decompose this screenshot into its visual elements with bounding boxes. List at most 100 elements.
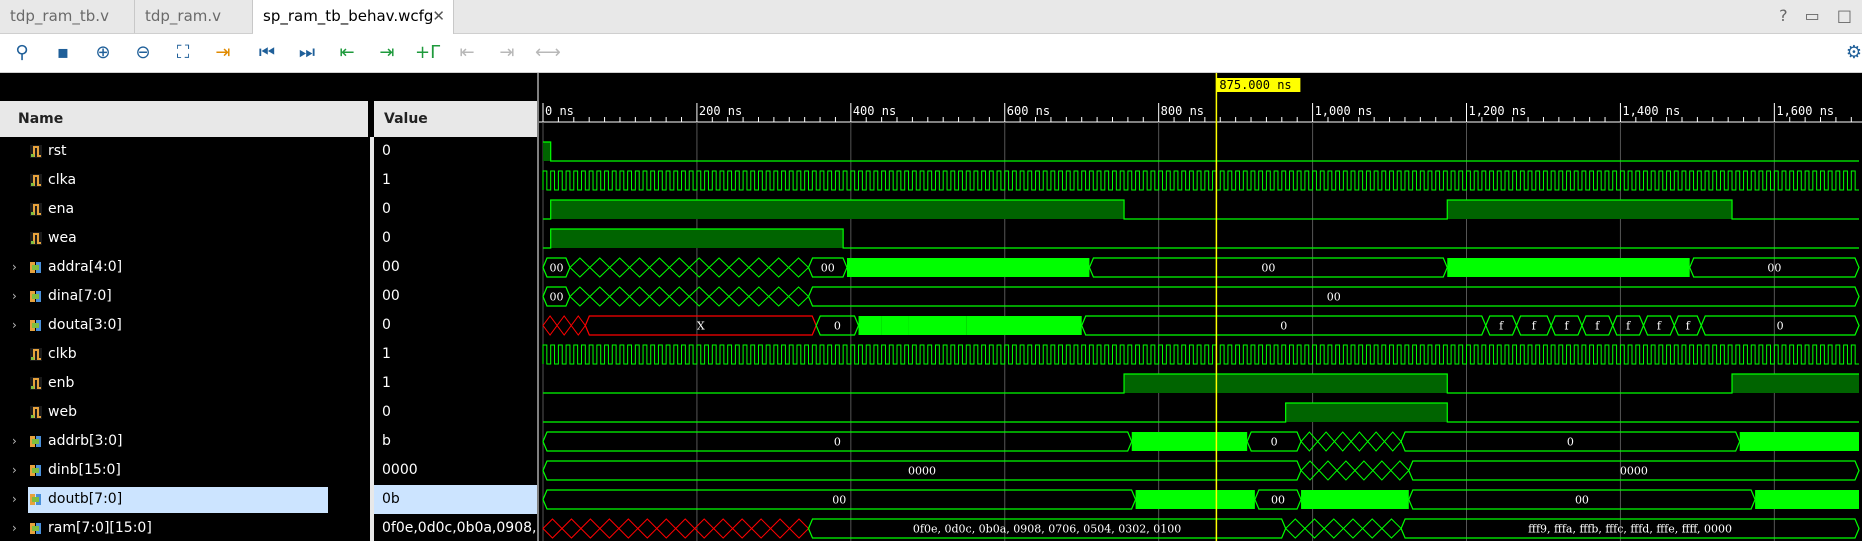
douta[3:0]-bus-value: f [1686,320,1691,333]
next-transition-icon[interactable]: ⇥ [375,41,399,65]
wea-high-fill [550,229,844,248]
zoom-in-icon[interactable]: ⊕ [91,41,115,65]
signal-name-cell[interactable]: enb [0,369,370,398]
objects-panel: Name Value rst 0 clka 1 ena 0 wea 0 › addra[4:0] 0… [0,73,537,541]
settings-icon[interactable]: ⚙ [1842,41,1862,65]
ram[7:0][15:0]-transition-segment [618,518,639,539]
signal-name-cell[interactable]: › addra[4:0] [0,253,370,282]
tab-label: tdp_ram_tb.v [10,7,109,25]
signal-name-cell[interactable]: › douta[3:0] [0,311,370,340]
signal-row[interactable]: › ram[7:0][15:0] 0f0e,0d0c,0b0a,0908,0706,… [0,514,537,543]
signal-name-cell[interactable]: › dina[7:0] [0,282,370,311]
signal-row[interactable]: enb 1 [0,369,537,398]
ram[7:0][15:0]-transition-segment [694,518,715,539]
next-marker-icon[interactable]: ⇥ [495,41,519,65]
signal-value: 0 [382,317,391,333]
signal-name: clka [48,172,77,188]
signal-name: dina[7:0] [48,288,112,304]
signal-row[interactable]: › dina[7:0] 00 [0,282,537,311]
add-marker-icon[interactable]: +Γ [415,41,440,65]
dinb[15:0]-transition-segment [1372,460,1392,481]
signal-row[interactable]: › addrb[3:0] b [0,427,537,456]
logic-signal-icon [30,174,42,187]
signal-row[interactable]: › doutb[7:0] 0b [0,485,537,514]
dina[7:0]-transition-segment [608,286,631,307]
signal-row[interactable]: clka 1 [0,166,537,195]
dinb[15:0]-transition-segment [1336,460,1356,481]
doutb[7:0]-bus-value: 00 [1271,494,1285,507]
logic-signal-icon [30,145,42,158]
signal-row[interactable]: › addra[4:0] 00 [0,253,537,282]
bus-signal-icon [30,465,41,476]
signal-value: 1 [382,172,391,188]
search-icon[interactable]: ⚲ [10,41,34,65]
name-column-header[interactable]: Name [0,101,370,137]
addra[4:0]-transition-segment [668,257,690,278]
zoom-out-icon[interactable]: ⊖ [131,41,155,65]
waveform-canvas[interactable]: 0 ns 200 ns 400 ns 600 ns 800 ns 1,000 ns 1,20… [539,73,1862,541]
signal-row[interactable]: web 0 [0,398,537,427]
tab-label: tdp_ram.v [145,7,222,25]
cursor-time-label: 875.000 ns [1219,78,1291,92]
signal-name-cell[interactable]: clkb [0,340,370,369]
save-icon[interactable]: ▪ [51,41,75,65]
addra[4:0]-transition-segment [628,257,651,278]
signal-row[interactable]: ena 0 [0,195,537,224]
tab-sp-ram-tb-behav-wcfg[interactable]: sp_ram_tb_behav.wcfg ✕ [253,0,454,34]
signal-name-cell[interactable]: › addrb[3:0] [0,427,370,456]
signal-name: ram[7:0][15:0] [48,520,152,536]
clkb-clock-waveform [542,344,1859,365]
addra[4:0]-dense-segment [846,258,1090,277]
previous-transition-icon[interactable]: ⇤ [335,41,359,65]
douta[3:0]-dense-segment [966,316,1082,335]
ram[7:0][15:0]-bus-value: fff9, fffa, fffb, fffc, fffd, fffe, ffff… [1528,523,1732,536]
go-to-time-0-icon[interactable]: ⏮ [255,41,279,65]
signal-name-cell[interactable]: web [0,398,370,427]
signal-row[interactable]: › dinb[15:0] 0000 [0,456,537,485]
signal-row[interactable]: rst 0 [0,137,537,166]
waveform-area[interactable]: 0 ns 200 ns 400 ns 600 ns 800 ns 1,000 ns 1,20… [539,73,1862,541]
dina[7:0]-transition-segment [648,286,671,307]
signal-name-cell[interactable]: › doutb[7:0] [0,485,370,514]
doutb[7:0]-dense-segment [1301,490,1409,509]
signal-name-cell[interactable]: rst [0,137,370,166]
time-tick-label: 1,600 ns [1776,104,1834,118]
chevron-right-icon[interactable]: › [12,485,17,514]
addra[4:0]-transition-segment [768,257,790,278]
signal-name-cell[interactable]: wea [0,224,370,253]
value-column-label: Value [384,111,428,127]
go-to-last-time-icon[interactable]: ⏭ [295,41,319,65]
dina[7:0]-transition-segment [708,286,730,307]
signal-name-cell[interactable]: ena [0,195,370,224]
restore-icon[interactable]: ▭ [1805,6,1820,25]
chevron-right-icon[interactable]: › [12,282,17,311]
time-tick-label: 1,400 ns [1622,104,1680,118]
dinb[15:0]-bus-value: 0000 [908,465,936,478]
chevron-right-icon[interactable]: › [12,311,17,340]
signal-name-cell[interactable]: › dinb[15:0] [0,456,370,485]
signal-row[interactable]: › douta[3:0] 0 [0,311,537,340]
value-column-header[interactable]: Value [374,101,537,137]
chevron-right-icon[interactable]: › [12,514,17,543]
douta[3:0]-bus-value: f [1532,320,1537,333]
chevron-right-icon[interactable]: › [12,427,17,456]
addrb[3:0]-bus-value: 0 [1271,436,1278,449]
bus-signal-icon [30,320,41,331]
zoom-fit-icon[interactable]: ⛶ [171,41,195,65]
previous-marker-icon[interactable]: ⇤ [455,41,479,65]
signal-name-cell[interactable]: clka [0,166,370,195]
go-to-cursor-icon[interactable]: ⇥ [211,41,235,65]
maximize-icon[interactable]: □ [1837,6,1852,25]
addra[4:0]-bus-value: 00 [1767,262,1781,275]
ram[7:0][15:0]-transition-segment [1381,518,1402,539]
tab-tdp-ram-tb[interactable]: tdp_ram_tb.v [0,0,135,33]
help-icon[interactable]: ? [1779,6,1788,25]
signal-name-cell[interactable]: › ram[7:0][15:0] [0,514,370,543]
close-icon[interactable]: ✕ [432,0,445,32]
chevron-right-icon[interactable]: › [12,456,17,485]
tab-tdp-ram[interactable]: tdp_ram.v [135,0,253,33]
chevron-right-icon[interactable]: › [12,253,17,282]
swap-cursors-icon[interactable]: ⟷ [535,41,561,65]
signal-row[interactable]: wea 0 [0,224,537,253]
signal-row[interactable]: clkb 1 [0,340,537,369]
